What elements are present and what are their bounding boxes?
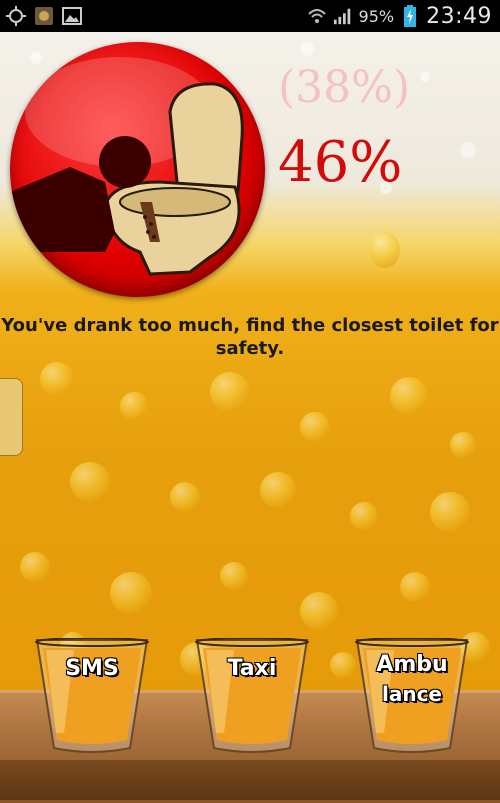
- beer-droplet: [70, 462, 110, 502]
- beer-droplet: [110, 572, 152, 614]
- beer-droplet: [210, 372, 250, 412]
- beer-droplet: [170, 482, 200, 512]
- status-bar-system: 95% 23:49: [307, 2, 492, 30]
- beer-droplet: [120, 392, 148, 420]
- sms-label: SMS: [64, 655, 119, 682]
- beer-droplet: [450, 432, 476, 458]
- table-edge: [0, 760, 500, 800]
- beer-droplet: [40, 362, 74, 396]
- wifi-icon: [307, 6, 327, 26]
- beer-droplet: [370, 232, 400, 268]
- taxi-button[interactable]: Taxi: [194, 638, 310, 756]
- sms-button[interactable]: SMS: [34, 638, 150, 756]
- beer-droplet: [330, 652, 356, 678]
- gps-icon: [6, 6, 26, 26]
- beer-droplet: [400, 572, 430, 602]
- warning-message: You've drank too much, find the closest …: [1, 315, 499, 359]
- foam-bubble: [300, 42, 314, 56]
- signal-icon: [333, 6, 353, 26]
- ambulance-label-line1: Ambu: [376, 651, 449, 678]
- beer-droplet: [300, 592, 338, 630]
- beer-droplet: [350, 502, 378, 530]
- beer-droplet: [260, 472, 296, 508]
- beer-droplet: [300, 412, 330, 442]
- side-drawer-handle[interactable]: [0, 378, 23, 456]
- vomit-toilet-icon: [10, 42, 265, 297]
- previous-level-percent: (38%): [278, 62, 411, 113]
- status-bar: 95% 23:49: [0, 0, 500, 32]
- ambulance-label-line2: lance: [381, 681, 443, 707]
- app-notification-icon: [34, 6, 54, 26]
- beer-droplet: [430, 492, 470, 532]
- battery-charging-icon: [400, 5, 420, 27]
- foam-bubble: [460, 142, 476, 158]
- beer-droplet: [20, 552, 50, 582]
- current-level-percent: 46%: [278, 130, 403, 195]
- clock: 23:49: [426, 3, 492, 29]
- beer-droplet: [220, 562, 248, 590]
- ambulance-button[interactable]: Ambu lance: [354, 638, 470, 756]
- foam-bubble: [420, 72, 430, 82]
- beer-droplet: [390, 377, 428, 415]
- gallery-icon: [62, 6, 82, 26]
- status-bar-notifications: [6, 6, 82, 26]
- taxi-label: Taxi: [227, 655, 277, 682]
- battery-percent: 95%: [358, 6, 395, 26]
